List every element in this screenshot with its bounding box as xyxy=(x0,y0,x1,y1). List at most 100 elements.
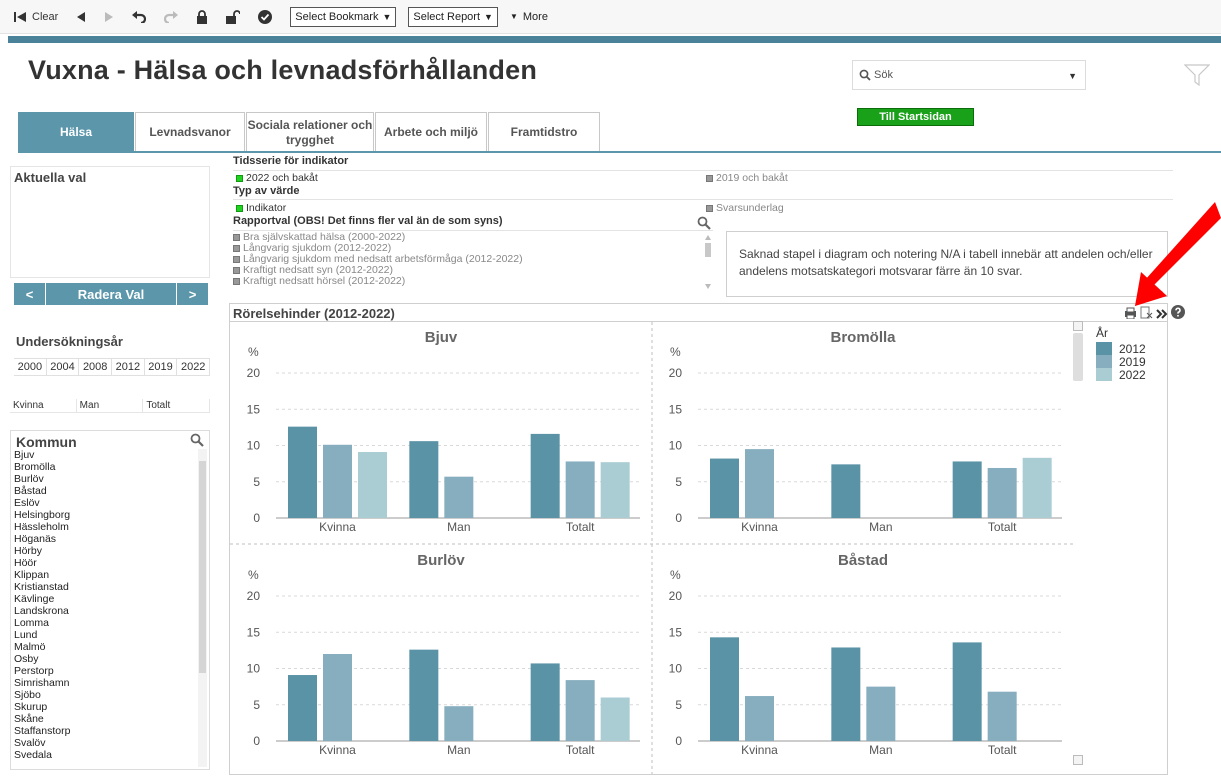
bar-2012[interactable] xyxy=(952,642,982,741)
municipality-item[interactable]: Malmö xyxy=(14,641,194,653)
year-option[interactable]: 2004 xyxy=(47,359,80,375)
municipality-item[interactable]: Burlöv xyxy=(14,473,194,485)
municipality-item[interactable]: Kristianstad xyxy=(14,581,194,593)
tab-framtidstro[interactable]: Framtidstro xyxy=(488,112,600,152)
legend-item[interactable]: 2022 xyxy=(1096,368,1146,382)
municipality-item[interactable]: Skurup xyxy=(14,701,194,713)
municipality-item[interactable]: Bromölla xyxy=(14,461,194,473)
bar-2012[interactable] xyxy=(409,441,439,518)
municipality-item[interactable]: Bjuv xyxy=(14,449,194,461)
year-option[interactable]: 2000 xyxy=(14,359,47,375)
redo-button[interactable] xyxy=(164,10,179,23)
back-button[interactable] xyxy=(76,11,86,23)
bar-2022[interactable] xyxy=(600,697,630,742)
timeseries-option-2022[interactable]: 2022 och bakåt xyxy=(236,172,318,184)
fast-forward-icon[interactable] xyxy=(1156,306,1168,324)
municipality-scrollbar[interactable] xyxy=(198,449,207,767)
bar-2012[interactable] xyxy=(952,461,982,518)
valuetype-option-indikator[interactable]: Indikator xyxy=(236,202,286,214)
bar-2019[interactable] xyxy=(565,461,595,518)
year-option[interactable]: 2008 xyxy=(79,359,113,375)
municipality-item[interactable]: Svedala xyxy=(14,749,194,761)
municipality-item[interactable]: Lomma xyxy=(14,617,194,629)
municipality-item[interactable]: Höganäs xyxy=(14,533,194,545)
municipality-item[interactable]: Osby xyxy=(14,653,194,665)
bar-2012[interactable] xyxy=(288,675,317,741)
municipality-item[interactable]: Båstad xyxy=(14,485,194,497)
legend-item[interactable]: 2012 xyxy=(1096,342,1146,356)
municipality-item[interactable]: Helsingborg xyxy=(14,509,194,521)
bar-2019[interactable] xyxy=(444,706,474,741)
municipality-item[interactable]: Perstorp xyxy=(14,665,194,677)
bar-2019[interactable] xyxy=(323,654,352,741)
bar-2022[interactable] xyxy=(600,462,630,518)
year-option[interactable]: 2012 xyxy=(112,359,145,375)
search-input[interactable]: Sök ▼ xyxy=(852,60,1086,90)
bar-2019[interactable] xyxy=(987,467,1017,518)
tab-halsa[interactable]: Hälsa xyxy=(18,112,134,152)
municipality-item[interactable]: Klippan xyxy=(14,569,194,581)
timeseries-option-2019[interactable]: 2019 och bakåt xyxy=(706,172,788,184)
previous-selection-button[interactable]: < xyxy=(14,283,46,305)
year-option[interactable]: 2022 xyxy=(177,359,211,375)
unlock-button[interactable] xyxy=(226,9,241,24)
bar-2019[interactable] xyxy=(987,691,1017,741)
forward-button[interactable] xyxy=(104,11,114,23)
bar-2022[interactable] xyxy=(1022,457,1052,518)
next-selection-button[interactable]: > xyxy=(176,283,208,305)
gender-option[interactable]: Totalt xyxy=(143,399,211,412)
tab-arbete-och-miljo[interactable]: Arbete och miljö xyxy=(375,112,487,152)
bar-2012[interactable] xyxy=(710,637,739,741)
bar-2012[interactable] xyxy=(288,426,317,518)
bar-2022[interactable] xyxy=(358,452,387,518)
municipality-item[interactable]: Hässleholm xyxy=(14,521,194,533)
tab-sociala-relationer[interactable]: Sociala relationer och trygghet xyxy=(246,112,374,152)
export-excel-icon[interactable] xyxy=(1140,306,1153,324)
municipality-item[interactable]: Eslöv xyxy=(14,497,194,509)
bar-2012[interactable] xyxy=(831,647,861,741)
tab-levnadsvanor[interactable]: Levnadsvanor xyxy=(135,112,245,152)
lock-button[interactable] xyxy=(196,9,208,24)
municipality-item[interactable]: Lund xyxy=(14,629,194,641)
municipality-item[interactable]: Skåne xyxy=(14,713,194,725)
bookmark-select[interactable]: Select Bookmark ▼ xyxy=(290,6,397,27)
accept-button[interactable] xyxy=(258,9,273,24)
municipality-item[interactable]: Kävlinge xyxy=(14,593,194,605)
undo-button[interactable] xyxy=(132,10,147,23)
report-select[interactable]: Select Report ▼ xyxy=(408,6,498,27)
scrollbar-thumb[interactable] xyxy=(199,461,206,673)
bar-2019[interactable] xyxy=(745,449,774,518)
report-scrollbar[interactable] xyxy=(704,234,712,290)
gender-option[interactable]: Man xyxy=(77,399,144,412)
bar-2019[interactable] xyxy=(866,686,896,741)
bar-2019[interactable] xyxy=(444,476,474,518)
help-icon[interactable] xyxy=(1171,305,1185,324)
municipality-item[interactable]: Svalöv xyxy=(14,737,194,749)
report-option[interactable]: Kraftigt nedsatt hörsel (2012-2022) xyxy=(233,276,703,287)
bar-2012[interactable] xyxy=(530,663,560,741)
municipality-item[interactable]: Landskrona xyxy=(14,605,194,617)
gender-option[interactable]: Kvinna xyxy=(10,399,77,412)
municipality-item[interactable]: Simrishamn xyxy=(14,677,194,689)
more-button[interactable]: ▼ More xyxy=(510,11,548,23)
bar-2019[interactable] xyxy=(745,696,774,741)
print-icon[interactable] xyxy=(1124,306,1137,324)
municipality-item[interactable]: Staffanstorp xyxy=(14,725,194,737)
chevron-down-icon[interactable]: ▼ xyxy=(1068,71,1077,81)
municipality-item[interactable]: Höör xyxy=(14,557,194,569)
year-option[interactable]: 2019 xyxy=(145,359,178,375)
bar-2012[interactable] xyxy=(409,649,439,741)
municipality-item[interactable]: Hörby xyxy=(14,545,194,557)
clear-selections-button[interactable]: Radera Val xyxy=(46,283,176,305)
legend-item[interactable]: 2019 xyxy=(1096,355,1146,369)
home-button[interactable]: Till Startsidan xyxy=(857,108,974,126)
municipality-item[interactable]: Sjöbo xyxy=(14,689,194,701)
bar-2012[interactable] xyxy=(530,433,560,518)
filter-icon[interactable] xyxy=(1183,64,1211,91)
clear-button[interactable]: Clear xyxy=(14,11,58,23)
bar-2019[interactable] xyxy=(323,444,352,518)
bar-2012[interactable] xyxy=(710,458,739,518)
bar-2019[interactable] xyxy=(565,680,595,741)
valuetype-option-svarsunderlag[interactable]: Svarsunderlag xyxy=(706,202,784,214)
bar-2012[interactable] xyxy=(831,464,861,518)
